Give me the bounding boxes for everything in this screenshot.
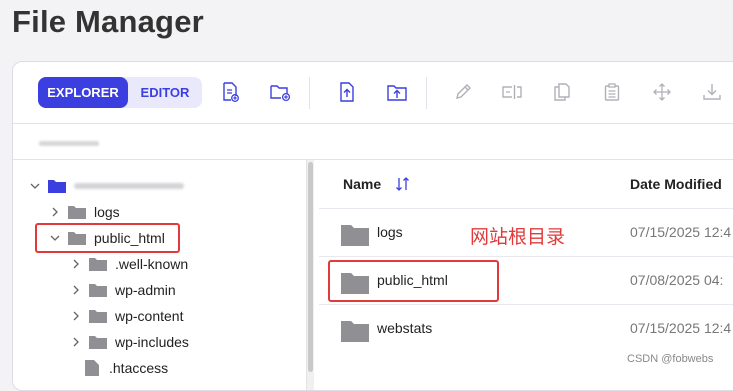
file-name: logs <box>377 224 403 240</box>
rename-icon[interactable] <box>501 81 523 103</box>
file-name: webstats <box>377 320 433 336</box>
file-date: 07/08/2025 04: <box>630 272 724 288</box>
folder-tree: logs public_html .well-known wp-admin wp… <box>13 160 305 390</box>
folder-icon <box>89 309 107 323</box>
folder-icon <box>89 335 107 349</box>
column-name-label: Name <box>343 176 382 192</box>
folder-icon <box>341 320 369 347</box>
paste-icon[interactable] <box>601 81 623 103</box>
move-icon[interactable] <box>651 81 673 103</box>
tree-root[interactable] <box>30 175 184 197</box>
file-date: 07/15/2025 12:4 <box>630 224 732 240</box>
blurred-path <box>39 141 99 146</box>
copy-icon[interactable] <box>551 81 573 103</box>
chevron-right-icon[interactable] <box>71 259 81 269</box>
tree-item-wp-content[interactable]: wp-content <box>71 305 183 327</box>
toolbar-divider <box>309 77 310 109</box>
highlight-box <box>328 260 499 302</box>
page-title: File Manager <box>12 4 204 39</box>
folder-icon <box>89 283 107 297</box>
chevron-right-icon[interactable] <box>50 207 60 217</box>
tree-item-label: .well-known <box>115 256 189 272</box>
folder-icon <box>341 224 369 251</box>
explorer-tab[interactable]: EXPLORER <box>38 77 128 108</box>
mode-switch: EXPLORER EDITOR <box>38 77 202 108</box>
folder-icon <box>48 179 66 193</box>
folder-icon <box>89 257 107 271</box>
editor-tab[interactable]: EDITOR <box>128 77 202 108</box>
toolbar: EXPLORER EDITOR <box>13 62 733 124</box>
tree-scrollbar[interactable] <box>306 160 314 390</box>
folder-icon <box>68 205 86 219</box>
file-date: 07/15/2025 12:4 <box>630 320 732 336</box>
tree-item-wp-admin[interactable]: wp-admin <box>71 279 176 301</box>
download-icon[interactable] <box>701 81 723 103</box>
tree-item-label: wp-admin <box>115 282 176 298</box>
scrollbar-thumb[interactable] <box>308 162 313 372</box>
upload-file-icon[interactable] <box>336 81 358 103</box>
edit-icon[interactable] <box>452 81 474 103</box>
highlight-box <box>35 223 180 253</box>
annotation-label: 网站根目录 <box>470 226 566 248</box>
file-row[interactable]: webstats 07/15/2025 12:4 <box>319 304 733 352</box>
tree-item-label: wp-includes <box>115 334 189 350</box>
list-header: Name Date Modified <box>315 160 733 208</box>
path-bar <box>13 124 733 160</box>
tree-item-well-known[interactable]: .well-known <box>71 253 188 275</box>
chevron-down-icon[interactable] <box>30 181 40 191</box>
watermark: CSDN @fobwebs <box>627 353 714 365</box>
tree-item-htaccess[interactable]: .htaccess <box>81 357 168 379</box>
sort-icon[interactable] <box>395 176 411 192</box>
tree-item-label: wp-content <box>115 308 184 324</box>
chevron-right-icon[interactable] <box>71 337 81 347</box>
new-file-icon[interactable] <box>219 81 241 103</box>
new-folder-icon[interactable] <box>269 81 291 103</box>
column-date-modified[interactable]: Date Modified <box>630 176 722 192</box>
tree-item-logs[interactable]: logs <box>50 201 120 223</box>
chevron-right-icon[interactable] <box>71 285 81 295</box>
column-name[interactable]: Name <box>343 176 411 192</box>
toolbar-divider <box>426 77 427 109</box>
chevron-right-icon[interactable] <box>71 311 81 321</box>
tree-item-wp-includes[interactable]: wp-includes <box>71 331 189 353</box>
tree-item-label: logs <box>94 204 120 220</box>
upload-folder-icon[interactable] <box>386 81 408 103</box>
file-manager-panel: EXPLORER EDITOR logs public_html .well-k… <box>12 61 733 391</box>
blurred-root-name <box>74 183 184 189</box>
